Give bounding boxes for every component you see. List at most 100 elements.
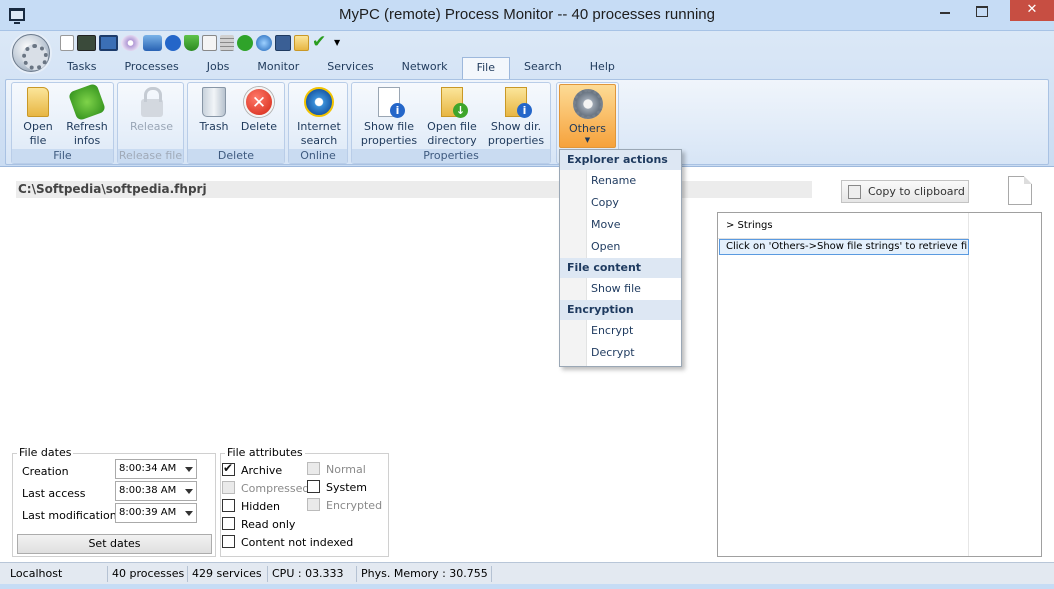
window-border [0, 584, 1054, 589]
chevron-down-icon [185, 511, 193, 516]
group-file: Open file Refresh infos File [11, 82, 114, 164]
trash-button[interactable]: Trash [192, 83, 236, 134]
menu-header-file-content: File content [560, 258, 681, 278]
globe-icon[interactable] [256, 35, 272, 51]
normal-checkbox[interactable] [307, 462, 320, 475]
show-dir-properties-button[interactable]: Show dir. properties [486, 83, 546, 148]
add-icon[interactable] [237, 35, 253, 51]
last-modification-date-picker[interactable]: 8:00:39 AM [115, 503, 197, 523]
delete-button[interactable]: Delete [236, 83, 282, 134]
read-only-label: Read only [241, 518, 296, 531]
internet-explorer-icon [304, 87, 334, 117]
tab-tasks[interactable]: Tasks [53, 57, 110, 79]
chevron-down-icon [185, 467, 193, 472]
status-bar: Localhost 40 processes 429 services CPU … [0, 562, 1054, 589]
minimize-button[interactable] [930, 0, 960, 21]
tab-search[interactable]: Search [510, 57, 576, 79]
ribbon-tabs: Tasks Processes Jobs Monitor Services Ne… [53, 57, 629, 79]
refresh-infos-button[interactable]: Refresh infos [64, 82, 110, 148]
tab-monitor[interactable]: Monitor [243, 57, 313, 79]
monitor-icon[interactable] [99, 35, 118, 51]
close-button[interactable]: ✕ [1010, 0, 1054, 21]
registry-icon[interactable] [220, 35, 234, 51]
file-attributes-title: File attributes [225, 446, 305, 459]
title-bar: MyPC (remote) Process Monitor -- 40 proc… [0, 0, 1054, 31]
show-file-properties-button[interactable]: Show file properties [360, 83, 418, 148]
archive-label: Archive [241, 464, 283, 477]
properties-icon[interactable] [202, 35, 217, 51]
tab-processes[interactable]: Processes [110, 57, 192, 79]
group-release-file: Release Release file [117, 82, 184, 164]
menu-item-copy[interactable]: Copy [591, 193, 679, 213]
folder-info-icon [505, 87, 532, 118]
folder-download-icon [441, 87, 468, 118]
tab-services[interactable]: Services [313, 57, 387, 79]
gear-icon [572, 89, 603, 119]
network-icon[interactable] [143, 35, 162, 51]
group-label-release: Release file [118, 149, 183, 163]
strings-list[interactable]: > Strings Click on 'Others->Show file st… [717, 212, 1042, 557]
normal-label: Normal [326, 463, 366, 476]
tab-jobs[interactable]: Jobs [193, 57, 244, 79]
group-label-file: File [12, 149, 113, 163]
status-host: Localhost [6, 566, 108, 582]
menu-item-open[interactable]: Open [591, 237, 679, 257]
open-file-directory-button[interactable]: Open file directory [422, 83, 482, 148]
group-online: Internet search Online [288, 82, 348, 164]
creation-label: Creation [22, 465, 69, 478]
hidden-label: Hidden [241, 500, 281, 513]
page-icon[interactable] [60, 35, 74, 51]
archive-checkbox[interactable] [222, 461, 235, 476]
copy-to-clipboard-button[interactable]: Copy to clipboard [841, 180, 969, 203]
creation-date-picker[interactable]: 8:00:34 AM [115, 459, 197, 479]
clipboard-icon [848, 185, 861, 199]
maximize-button[interactable] [966, 0, 996, 21]
list-item[interactable]: Click on 'Others->Show file strings' to … [719, 239, 969, 255]
file-info-icon [378, 87, 405, 118]
read-only-checkbox[interactable] [222, 517, 235, 530]
check-icon[interactable]: ✔ [312, 34, 331, 51]
menu-item-move[interactable]: Move [591, 215, 679, 235]
tab-network[interactable]: Network [388, 57, 462, 79]
group-delete: Trash Delete Delete [187, 82, 285, 164]
strings-header[interactable]: > Strings [718, 213, 968, 239]
encrypted-checkbox[interactable] [307, 498, 320, 511]
last-access-date-picker[interactable]: 8:00:38 AM [115, 481, 197, 501]
copy-icon[interactable] [294, 35, 309, 51]
file-page-icon [1008, 176, 1032, 205]
release-button[interactable]: Release [124, 83, 179, 134]
system-checkbox[interactable] [307, 480, 320, 493]
application-menu-orb[interactable] [12, 34, 50, 72]
shield-icon[interactable] [184, 35, 199, 51]
tab-file[interactable]: File [461, 57, 510, 79]
info-icon[interactable] [165, 35, 181, 51]
status-services: 429 services [188, 566, 268, 582]
disc-icon[interactable] [121, 35, 140, 51]
others-button[interactable]: Others ▼ [559, 84, 616, 148]
save-icon[interactable] [275, 35, 291, 51]
compressed-checkbox[interactable] [222, 481, 235, 494]
others-dropdown-menu: Explorer actions Rename Copy Move Open F… [559, 149, 682, 367]
internet-search-button[interactable]: Internet search [292, 83, 346, 148]
chevron-down-icon: ▼ [584, 136, 591, 144]
menu-item-decrypt[interactable]: Decrypt [591, 343, 679, 363]
group-label-properties: Properties [352, 149, 550, 163]
content-not-indexed-checkbox[interactable] [222, 535, 235, 548]
status-processes: 40 processes [108, 566, 188, 582]
terminal-icon[interactable] [77, 35, 96, 51]
set-dates-button[interactable]: Set dates [17, 534, 212, 554]
group-label-online: Online [289, 149, 347, 163]
open-file-button[interactable]: Open file [16, 83, 60, 148]
customize-toolbar-dropdown[interactable]: ▼ [334, 35, 344, 51]
menu-item-show-file-strings[interactable]: Show file strings [591, 279, 679, 315]
file-dates-title: File dates [17, 446, 74, 459]
lock-icon [140, 87, 163, 117]
group-label-delete: Delete [188, 149, 284, 163]
menu-item-rename[interactable]: Rename [591, 171, 679, 191]
menu-item-encrypt[interactable]: Encrypt [591, 321, 679, 341]
tab-help[interactable]: Help [576, 57, 629, 79]
menu-header-encryption: Encryption [560, 300, 681, 320]
status-memory: Phys. Memory : 30.755 % [357, 566, 492, 589]
hidden-checkbox[interactable] [222, 499, 235, 512]
delete-icon [244, 87, 274, 117]
